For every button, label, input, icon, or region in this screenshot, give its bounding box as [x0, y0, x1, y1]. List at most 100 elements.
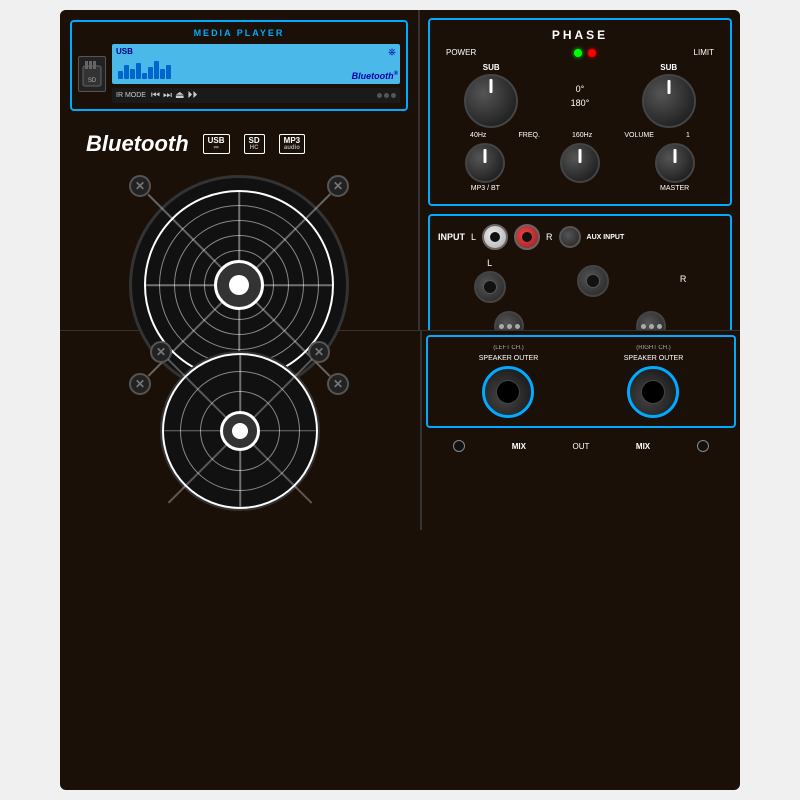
- l-jack-group: L: [474, 258, 506, 303]
- phase-knobs-row: SUB 0° 180° SUB: [438, 63, 722, 128]
- limit-label: LIMIT: [694, 48, 714, 57]
- usb-text: USB: [208, 137, 225, 145]
- svg-text:SD: SD: [88, 78, 97, 84]
- bar-9: [166, 65, 171, 79]
- power-label: POWER: [446, 48, 476, 57]
- media-player-title: MEDIA PLAYER: [78, 28, 400, 38]
- inverted-speaker-section: SPEAKER OUTER (LEFT CH.) SPEAKER OUTER (…: [426, 335, 736, 428]
- lcd-screen: USB ⎈: [112, 44, 400, 84]
- leds-group: [574, 49, 596, 57]
- mp3-sub: audio: [284, 145, 300, 151]
- mp3bt-knob-group: MP3 / BT: [465, 143, 505, 192]
- sd-card-icon: SD: [78, 56, 106, 92]
- repeat-button[interactable]: ⏏: [175, 90, 184, 101]
- audio-device: MEDIA PLAYER SD: [60, 10, 740, 790]
- bar-3: [130, 69, 135, 79]
- phase-section: PHASE POWER LIMIT SUB: [428, 18, 732, 206]
- inv-speaker-inner-r: [641, 380, 665, 404]
- inv-speaker-connector-r[interactable]: [627, 366, 679, 418]
- bar-7: [154, 61, 159, 79]
- quarter-jack-r[interactable]: [577, 265, 609, 297]
- xlr-pin-r1: [641, 324, 646, 329]
- next-button[interactable]: ⏭: [163, 90, 172, 101]
- bottom-fan-container: ✕ ✕: [150, 341, 330, 521]
- 1-label-r: 1: [686, 132, 690, 139]
- volume-knob[interactable]: [655, 143, 695, 183]
- sub-knob-right[interactable]: [642, 74, 696, 128]
- power-led: [574, 49, 582, 57]
- inv-speaker-inner-l: [496, 380, 520, 404]
- feature-icons-row: Bluetooth USB ⎓ SD HC MP3 audio: [70, 123, 408, 165]
- volume-mark: [673, 149, 676, 163]
- media-player-box: MEDIA PLAYER SD: [70, 20, 408, 111]
- prev-button[interactable]: ⏮: [151, 90, 160, 101]
- quarter-jack-l[interactable]: [474, 271, 506, 303]
- bar-5: [142, 73, 147, 79]
- inv-mix-row: MIX OUT MIX: [422, 432, 740, 460]
- mp3-text: MP3: [284, 137, 300, 145]
- media-controls-area: USB ⎈: [112, 44, 400, 103]
- dot-2: [384, 93, 389, 98]
- master-label: MASTER: [660, 185, 689, 192]
- r-label-q: R: [680, 274, 687, 284]
- r-jack-group: [577, 265, 609, 297]
- rca-row: INPUT L R AUX INPUT: [438, 224, 722, 250]
- xlr-pin-l3: [515, 324, 520, 329]
- bluetooth-lcd-text: Bluetooth®: [352, 71, 398, 81]
- volume-label: VOLUME: [624, 132, 654, 139]
- quarter-inner-r: [586, 274, 600, 288]
- top-section: MEDIA PLAYER SD: [60, 10, 740, 330]
- aux-jack[interactable]: [559, 226, 581, 248]
- bar-2: [124, 65, 129, 79]
- volume-knob-group: MASTER: [655, 143, 695, 192]
- inv-speaker-connector-l[interactable]: [482, 366, 534, 418]
- knob-mark-left: [490, 79, 493, 93]
- xlr-pin-l1: [499, 324, 504, 329]
- lcd-bars: [118, 59, 171, 79]
- sub-knob-left[interactable]: [464, 74, 518, 128]
- freq-label: FREQ.: [519, 132, 540, 139]
- r-label-group: R: [680, 274, 687, 287]
- mp3bt-knob[interactable]: [465, 143, 505, 183]
- bar-1: [118, 71, 123, 79]
- xlr-pin-r3: [657, 324, 662, 329]
- inv-out-label: OUT: [573, 442, 590, 451]
- inv-speaker-left: SPEAKER OUTER (LEFT CH.): [479, 345, 539, 418]
- l-label-q: L: [487, 258, 492, 268]
- rca-jack-l-white[interactable]: [482, 224, 508, 250]
- xlr-pin-r2: [649, 324, 654, 329]
- 40hz-label: 40Hz: [470, 132, 486, 139]
- mp3bt-label: MP3 / BT: [471, 185, 500, 192]
- bar-4: [136, 63, 141, 79]
- dot-1: [377, 93, 382, 98]
- l-label-rca: L: [471, 232, 476, 242]
- sd-sub: HC: [249, 145, 260, 151]
- freq-knob-group: [560, 143, 600, 192]
- phase-title: PHASE: [438, 28, 722, 42]
- inv-speaker-right: SPEAKER OUTER (RIGHT CH.): [624, 345, 684, 418]
- mp3bt-mark: [484, 149, 487, 163]
- inv-speaker-ch-l: (LEFT CH.): [493, 345, 524, 351]
- bottom-fan-center: [220, 411, 260, 451]
- bottom-right: SPEAKER OUTER (LEFT CH.) SPEAKER OUTER (…: [420, 331, 740, 530]
- rca-jack-l-red[interactable]: [514, 224, 540, 250]
- input-label: INPUT: [438, 232, 465, 242]
- phase-180-label: 180°: [571, 98, 590, 108]
- inv-mix-label-r: MIX: [636, 442, 650, 451]
- freq-knob[interactable]: [560, 143, 600, 183]
- aux-labels: AUX INPUT: [587, 234, 625, 241]
- freq-labels-row: 40Hz FREQ. 160Hz VOLUME 1: [438, 132, 722, 139]
- inv-mix-circle-l: [453, 440, 465, 452]
- fan-center-hub: [214, 260, 264, 310]
- play-button[interactable]: ⏵⏵: [187, 90, 197, 101]
- right-panel: PHASE POWER LIMIT SUB: [420, 10, 740, 330]
- inv-mix-circle-r: [697, 440, 709, 452]
- knob-mark-right: [667, 80, 670, 94]
- bluetooth-label: Bluetooth: [86, 131, 189, 157]
- indicator-dots: [200, 93, 396, 98]
- sd-icon-feature: SD HC: [244, 134, 265, 154]
- bottom-fan-center-inner: [232, 423, 248, 439]
- inv-speaker-label-r: SPEAKER OUTER: [624, 355, 684, 362]
- sub-knob-left-group: SUB: [464, 63, 518, 128]
- xlr-inner-l: [499, 324, 520, 329]
